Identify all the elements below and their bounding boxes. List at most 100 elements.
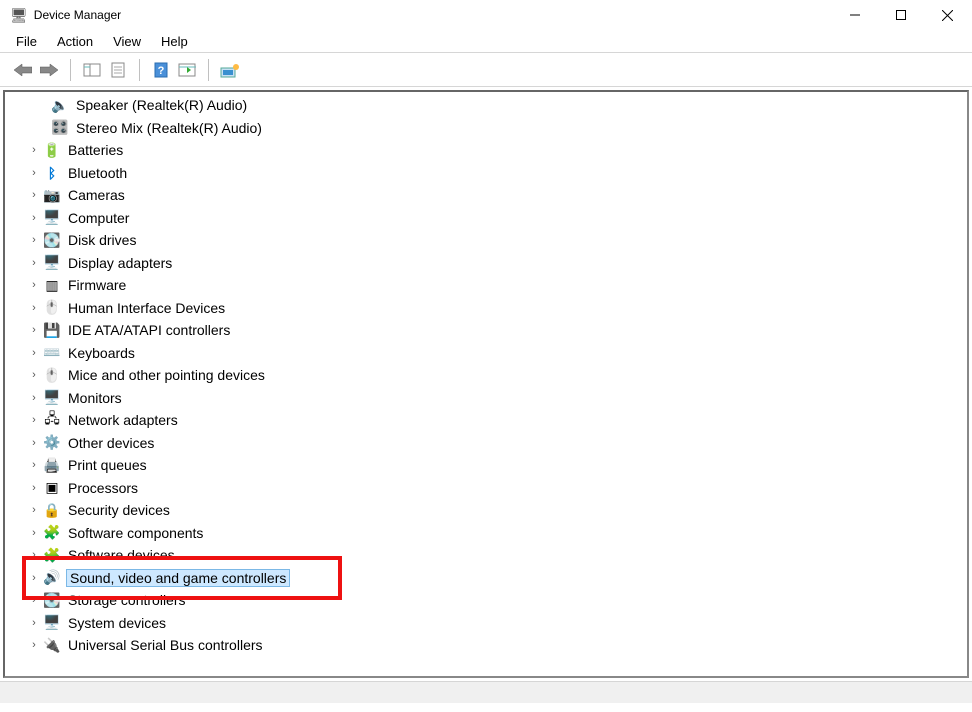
- category-label: Display adapters: [66, 255, 174, 271]
- tree-category-item[interactable]: ›🖱️ Human Interface Devices: [27, 297, 967, 320]
- tree-category-item[interactable]: ›💾IDE ATA/ATAPI controllers: [27, 319, 967, 342]
- tree-category-item[interactable]: ›🖥️System devices: [27, 612, 967, 635]
- forward-button[interactable]: [36, 57, 62, 83]
- chevron-right-icon[interactable]: ›: [27, 302, 41, 314]
- tree-leaf-item[interactable]: 🎛️ Stereo Mix (Realtek(R) Audio): [27, 117, 967, 140]
- help-button[interactable]: ?: [148, 57, 174, 83]
- category-icon: 📷: [43, 186, 61, 204]
- tree-category-item[interactable]: ›🖱️Mice and other pointing devices: [27, 364, 967, 387]
- chevron-right-icon[interactable]: ›: [27, 572, 41, 584]
- category-label: Sound, video and game controllers: [66, 569, 290, 587]
- category-label: Cameras: [66, 187, 127, 203]
- chevron-right-icon[interactable]: ›: [27, 594, 41, 606]
- category-icon: ⌨️: [43, 344, 61, 362]
- tree-category-item[interactable]: ›⚙️Other devices: [27, 432, 967, 455]
- category-label: Software devices: [66, 547, 177, 563]
- scan-hardware-button[interactable]: [174, 57, 200, 83]
- svg-text:?: ?: [158, 65, 165, 77]
- category-icon: 🖥️: [43, 254, 61, 272]
- tree-category-item[interactable]: ›🖥️ Computer: [27, 207, 967, 230]
- chevron-right-icon[interactable]: ›: [27, 234, 41, 246]
- category-icon: 🔋: [43, 141, 61, 159]
- menu-view[interactable]: View: [103, 32, 151, 51]
- chevron-right-icon[interactable]: ›: [27, 437, 41, 449]
- tree-category-item[interactable]: ›💽Disk drives: [27, 229, 967, 252]
- tree-category-item[interactable]: ›📷 Cameras: [27, 184, 967, 207]
- category-label: Computer: [66, 210, 131, 226]
- tree-leaf-item[interactable]: 🔈Speaker (Realtek(R) Audio): [27, 94, 967, 117]
- properties-button[interactable]: [105, 57, 131, 83]
- chevron-right-icon[interactable]: ›: [27, 549, 41, 561]
- category-label: Disk drives: [66, 232, 138, 248]
- tree-category-item[interactable]: ›💽 Storage controllers: [27, 589, 967, 612]
- category-icon: 🖥️: [43, 209, 61, 227]
- chevron-right-icon[interactable]: ›: [27, 324, 41, 336]
- chevron-right-icon[interactable]: ›: [27, 257, 41, 269]
- minimize-button[interactable]: [832, 0, 878, 30]
- device-icon: 🔈: [51, 96, 69, 114]
- menubar: File Action View Help: [0, 30, 972, 52]
- tree-category-item[interactable]: ›▥Firmware: [27, 274, 967, 297]
- show-hide-tree-button[interactable]: [79, 57, 105, 83]
- category-icon: ▣: [43, 479, 61, 497]
- chevron-right-icon[interactable]: ›: [27, 279, 41, 291]
- tree-category-item[interactable]: ›🔋Batteries: [27, 139, 967, 162]
- back-button[interactable]: [10, 57, 36, 83]
- category-label: Security devices: [66, 502, 172, 518]
- category-label: Bluetooth: [66, 165, 129, 181]
- tree-category-item[interactable]: ›🖥️ Display adapters: [27, 252, 967, 275]
- category-label: Monitors: [66, 390, 124, 406]
- chevron-right-icon[interactable]: ›: [27, 392, 41, 404]
- category-icon: 💽: [43, 591, 61, 609]
- chevron-right-icon[interactable]: ›: [27, 414, 41, 426]
- menu-action[interactable]: Action: [47, 32, 103, 51]
- tree-category-item[interactable]: ›🖨️Print queues: [27, 454, 967, 477]
- chevron-right-icon[interactable]: ›: [27, 347, 41, 359]
- chevron-right-icon[interactable]: ›: [27, 482, 41, 494]
- tree-category-item[interactable]: ›ᛒ Bluetooth: [27, 162, 967, 185]
- tree-category-item[interactable]: ›🧩 Software devices: [27, 544, 967, 567]
- toolbar: ?: [0, 53, 972, 87]
- tree-pane[interactable]: 🔈Speaker (Realtek(R) Audio) 🎛️ Stereo Mix …: [3, 90, 969, 678]
- titlebar: 🖥 Device Manager: [0, 0, 972, 30]
- category-icon: 🧩: [43, 546, 61, 564]
- category-label: Processors: [66, 480, 140, 496]
- device-label: Stereo Mix (Realtek(R) Audio): [74, 120, 264, 136]
- chevron-right-icon[interactable]: ›: [27, 459, 41, 471]
- chevron-right-icon[interactable]: ›: [27, 369, 41, 381]
- category-icon: 🖥️: [43, 389, 61, 407]
- chevron-right-icon[interactable]: ›: [27, 504, 41, 516]
- tree-category-item[interactable]: ›🖥️ Monitors: [27, 387, 967, 410]
- close-button[interactable]: [924, 0, 970, 30]
- category-icon: 🖱️: [43, 366, 61, 384]
- tree-category-item[interactable]: ›🔒Security devices: [27, 499, 967, 522]
- chevron-right-icon[interactable]: ›: [27, 639, 41, 651]
- chevron-right-icon[interactable]: ›: [27, 167, 41, 179]
- category-icon: ᛒ: [43, 164, 61, 182]
- tree-category-item[interactable]: ›▣ Processors: [27, 477, 967, 500]
- category-label: Software components: [66, 525, 205, 541]
- chevron-right-icon[interactable]: ›: [27, 212, 41, 224]
- app-icon: 🖥: [10, 7, 28, 24]
- device-action-button[interactable]: [217, 57, 243, 83]
- category-label: Network adapters: [66, 412, 180, 428]
- maximize-button[interactable]: [878, 0, 924, 30]
- menu-help[interactable]: Help: [151, 32, 198, 51]
- chevron-right-icon[interactable]: ›: [27, 144, 41, 156]
- category-label: Print queues: [66, 457, 149, 473]
- device-icon: 🎛️: [51, 119, 69, 137]
- tree-category-item[interactable]: ›🔌Universal Serial Bus controllers: [27, 634, 967, 657]
- tree-category-item[interactable]: ›🔊Sound, video and game controllers: [27, 567, 967, 590]
- category-label: Storage controllers: [66, 592, 188, 608]
- chevron-right-icon[interactable]: ›: [27, 527, 41, 539]
- category-icon: 🖱️: [43, 299, 61, 317]
- chevron-right-icon[interactable]: ›: [27, 617, 41, 629]
- tree-category-item[interactable]: ›🧩Software components: [27, 522, 967, 545]
- category-icon: ⚙️: [43, 434, 61, 452]
- chevron-right-icon[interactable]: ›: [27, 189, 41, 201]
- category-label: Human Interface Devices: [66, 300, 227, 316]
- tree-category-item[interactable]: ›⌨️Keyboards: [27, 342, 967, 365]
- statusbar: [0, 681, 972, 703]
- menu-file[interactable]: File: [6, 32, 47, 51]
- tree-category-item[interactable]: ›🖧Network adapters: [27, 409, 967, 432]
